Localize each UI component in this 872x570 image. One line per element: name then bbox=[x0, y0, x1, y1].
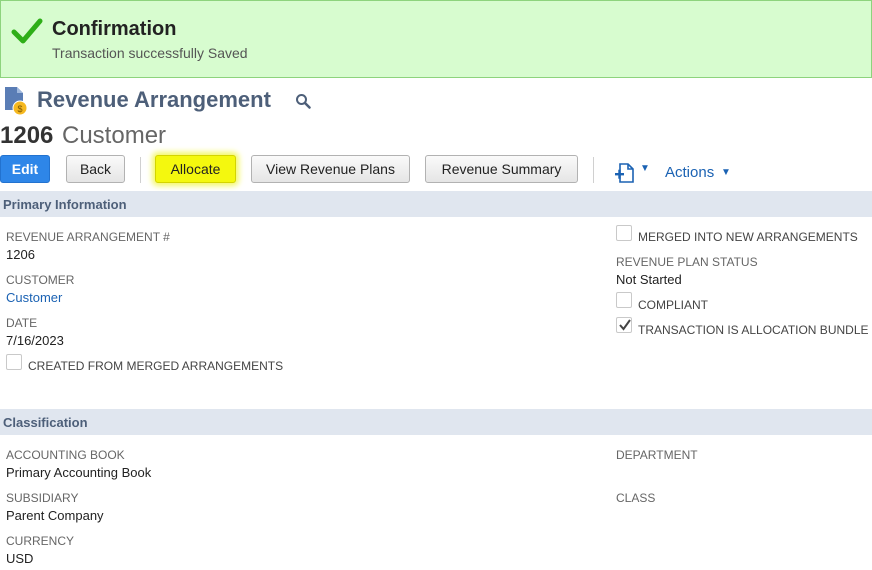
merged-into-new-checkbox[interactable] bbox=[616, 225, 632, 241]
allocate-button[interactable]: Allocate bbox=[155, 155, 236, 183]
record-id: 1206 bbox=[0, 122, 54, 149]
checkmark-icon bbox=[619, 319, 631, 331]
chevron-down-icon[interactable]: ▼ bbox=[640, 163, 650, 174]
compliant-checkbox[interactable] bbox=[616, 292, 632, 308]
field-label: CLASS bbox=[616, 491, 656, 505]
confirmation-banner: Confirmation Transaction successfully Sa… bbox=[0, 0, 872, 78]
section-primary-information[interactable]: Primary Information bbox=[0, 191, 872, 217]
created-from-merged-checkbox[interactable] bbox=[6, 354, 22, 370]
checkbox-label: TRANSACTION IS ALLOCATION BUNDLE bbox=[638, 323, 869, 337]
checkmark-icon bbox=[11, 18, 43, 44]
record-name: Customer bbox=[62, 122, 167, 149]
field-label: CUSTOMER bbox=[6, 273, 75, 287]
field-label: ACCOUNTING BOOK bbox=[6, 448, 125, 462]
toolbar-divider bbox=[140, 157, 141, 183]
search-icon[interactable] bbox=[295, 93, 311, 109]
checkbox-label: CREATED FROM MERGED ARRANGEMENTS bbox=[28, 359, 284, 373]
field-label: REVENUE ARRANGEMENT # bbox=[6, 230, 170, 244]
revenue-summary-button[interactable]: Revenue Summary bbox=[425, 155, 578, 183]
field-label: CURRENCY bbox=[6, 534, 75, 548]
svg-text:$: $ bbox=[17, 104, 22, 114]
back-button[interactable]: Back bbox=[66, 155, 125, 183]
customer-link[interactable]: Customer bbox=[6, 290, 62, 305]
actions-menu[interactable]: Actions bbox=[665, 164, 714, 181]
field-label: SUBSIDIARY bbox=[6, 491, 79, 505]
page-title: Revenue Arrangement bbox=[37, 87, 271, 112]
field-value: 7/16/2023 bbox=[6, 333, 64, 348]
field-value: Primary Accounting Book bbox=[6, 465, 152, 480]
edit-button[interactable]: Edit bbox=[0, 155, 50, 183]
section-classification[interactable]: Classification bbox=[0, 409, 872, 435]
checkbox-label: COMPLIANT bbox=[638, 298, 709, 312]
field-value: 1206 bbox=[6, 247, 35, 262]
field-value: Not Started bbox=[616, 272, 682, 287]
confirmation-message: Transaction successfully Saved bbox=[52, 45, 248, 61]
field-label: DATE bbox=[6, 316, 38, 330]
chevron-down-icon[interactable]: ▼ bbox=[721, 167, 731, 178]
confirmation-title: Confirmation bbox=[52, 18, 177, 40]
field-value: Parent Company bbox=[6, 508, 104, 523]
checkbox-label: MERGED INTO NEW ARRANGEMENTS bbox=[638, 230, 858, 244]
field-value: USD bbox=[6, 551, 34, 566]
field-label: REVENUE PLAN STATUS bbox=[616, 255, 758, 269]
allocation-bundle-checkbox[interactable] bbox=[616, 317, 632, 333]
field-label: DEPARTMENT bbox=[616, 448, 698, 462]
toolbar-divider bbox=[593, 157, 594, 183]
view-revenue-plans-button[interactable]: View Revenue Plans bbox=[251, 155, 410, 183]
revenue-arrangement-icon: $ bbox=[5, 87, 28, 116]
new-document-icon[interactable] bbox=[614, 162, 636, 184]
